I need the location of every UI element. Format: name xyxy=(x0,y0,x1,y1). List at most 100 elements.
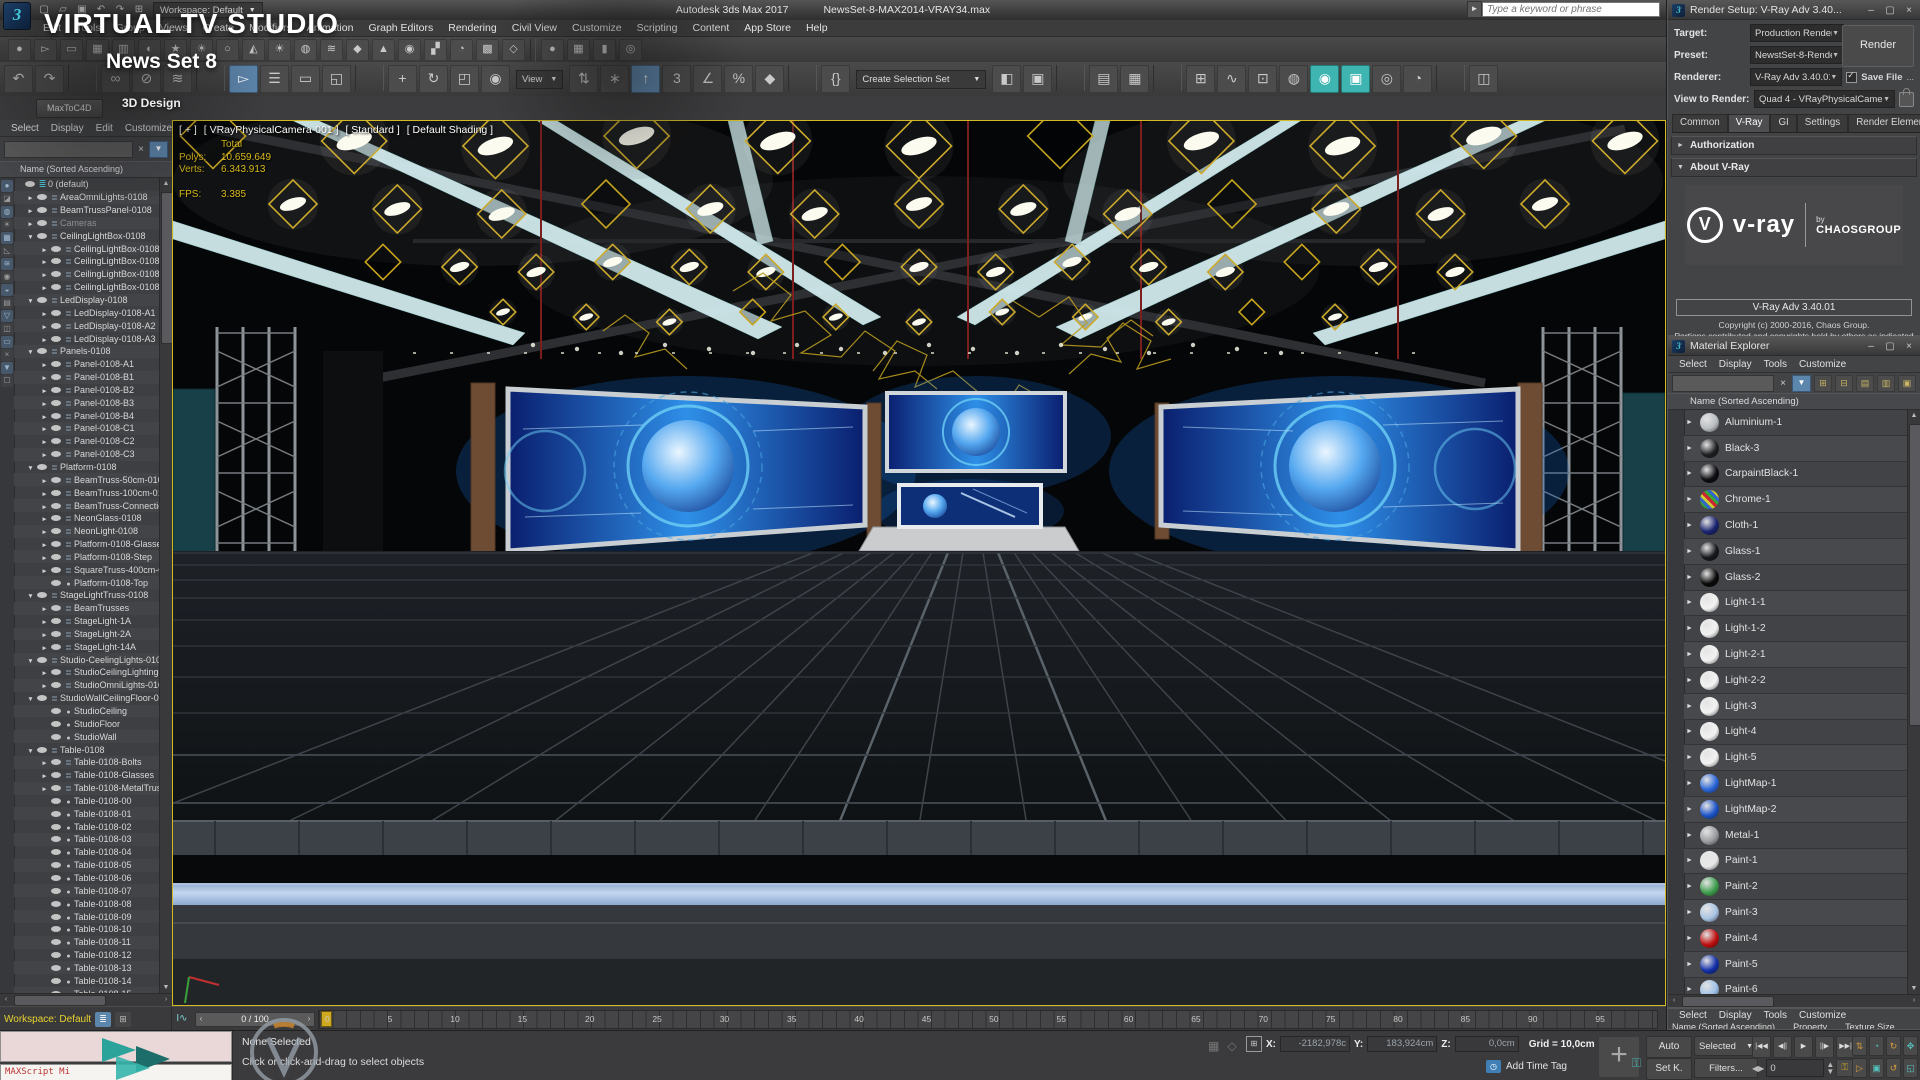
toolbar-icon[interactable]: ● xyxy=(8,39,31,61)
ribbon-toggle-icon[interactable]: ⊞ xyxy=(1186,65,1215,93)
expand-arrow-icon[interactable]: ► xyxy=(1686,522,1694,529)
material-column-header[interactable]: Name (Sorted Ascending) xyxy=(1668,393,1920,410)
expand-arrow-icon[interactable] xyxy=(40,757,49,767)
scene-explorer-row[interactable]: Platform-0108 xyxy=(14,461,160,474)
snap-3d-icon[interactable]: 3 xyxy=(662,65,691,93)
bottom-panel-menu-item[interactable]: Customize xyxy=(1794,1010,1851,1021)
orbit-icon[interactable]: ↻ xyxy=(1886,1036,1901,1056)
toolbar-icon[interactable]: ▻ xyxy=(34,39,57,61)
visibility-eye-icon[interactable] xyxy=(51,978,61,984)
y-field[interactable]: 183,924cm xyxy=(1367,1036,1437,1052)
viewport-standard-menu[interactable]: [ Standard ] xyxy=(345,124,399,136)
scene-explorer-row[interactable]: LedDisplay-0108-A1 xyxy=(14,306,160,319)
render-button[interactable]: Render xyxy=(1842,25,1914,67)
scene-explorer-menu-item[interactable]: Display xyxy=(46,123,89,134)
visibility-eye-icon[interactable] xyxy=(37,592,47,598)
separator[interactable] xyxy=(530,39,536,61)
pivot-center-icon[interactable]: ↑ xyxy=(631,65,660,93)
toolbar-icon[interactable]: ▞ xyxy=(424,39,447,61)
scene-explorer-row[interactable]: Table-0108-03 xyxy=(14,833,160,846)
play-button[interactable]: ▶ xyxy=(1794,1036,1813,1058)
help-icon[interactable]: ◎ xyxy=(619,39,642,61)
visibility-eye-icon[interactable] xyxy=(37,194,47,200)
mirror-icon[interactable]: ◧ xyxy=(992,65,1021,93)
prev-key-icon[interactable]: ‹ xyxy=(196,1013,206,1025)
separator[interactable] xyxy=(1056,65,1085,91)
visibility-eye-icon[interactable] xyxy=(37,233,47,239)
expand-arrow-icon[interactable]: ► xyxy=(1686,883,1694,890)
toolbar-icon[interactable]: ◆ xyxy=(346,39,369,61)
redo-icon[interactable]: ↷ xyxy=(35,65,64,93)
visibility-eye-icon[interactable] xyxy=(51,734,61,740)
visibility-eye-icon[interactable] xyxy=(37,657,47,663)
scene-explorer-row[interactable]: Table-0108-05 xyxy=(14,859,160,872)
expand-arrow-icon[interactable] xyxy=(40,282,49,292)
visibility-eye-icon[interactable] xyxy=(51,682,61,688)
select-by-name-icon[interactable]: ☰ xyxy=(260,65,289,93)
reference-coordinate-dropdown[interactable]: View▼ xyxy=(516,70,563,89)
scroll-left-icon[interactable]: ‹ xyxy=(0,994,12,1005)
expand-arrow-icon[interactable] xyxy=(26,192,35,202)
maximize-icon[interactable]: ▢ xyxy=(1883,341,1897,352)
add-time-tag[interactable]: ◷ Add Time Tag xyxy=(1486,1060,1567,1073)
display-filter-icon[interactable]: ▭ xyxy=(1,336,13,348)
render-setup-icon[interactable]: ◉ xyxy=(1310,65,1339,93)
scene-explorer-row[interactable]: Platform-0108-Top xyxy=(14,576,160,589)
save-file-checkbox[interactable] xyxy=(1846,72,1857,83)
absolute-mode-icon[interactable]: ⊞ xyxy=(1246,1036,1262,1052)
menu-item[interactable]: Rendering xyxy=(441,22,503,34)
rect-selection-icon[interactable]: ▭ xyxy=(291,65,320,93)
material-explorer-menu-item[interactable]: Display xyxy=(1714,359,1757,370)
expand-arrow-icon[interactable]: ► xyxy=(1686,445,1694,452)
menu-item[interactable]: Help xyxy=(799,22,835,34)
visibility-eye-icon[interactable] xyxy=(51,387,61,393)
expand-arrow-icon[interactable] xyxy=(26,655,35,665)
keyboard-override-icon[interactable]: ∗ xyxy=(600,65,629,93)
maxscript-listener-line[interactable]: MAXScript Mi xyxy=(0,1064,232,1080)
scene-explorer-row[interactable]: BeamTruss-100cm-0108 xyxy=(14,486,160,499)
expand-arrow-icon[interactable] xyxy=(40,398,49,408)
menu-item[interactable]: Scripting xyxy=(630,22,685,34)
scene-explorer-row[interactable]: StudioWall xyxy=(14,730,160,743)
visibility-eye-icon[interactable] xyxy=(51,567,61,573)
expand-arrow-icon[interactable] xyxy=(40,359,49,369)
track-bar[interactable]: 05101520253035404550556065707580859095 xyxy=(318,1010,1658,1029)
expand-arrow-icon[interactable]: ► xyxy=(1686,625,1694,632)
visibility-eye-icon[interactable] xyxy=(51,644,61,650)
toolbar-icon[interactable]: ▲ xyxy=(372,39,395,61)
scene-explorer-row[interactable]: StudioOmniLights-0108 xyxy=(14,679,160,692)
select-object-icon[interactable]: ▻ xyxy=(229,65,258,93)
expand-arrow-icon[interactable] xyxy=(40,423,49,433)
lock-selection-icon[interactable]: ◇ xyxy=(1227,1039,1236,1053)
expand-arrow-icon[interactable] xyxy=(26,231,35,241)
scene-explorer-row[interactable]: Panel-0108-B3 xyxy=(14,396,160,409)
display-filter-icon[interactable]: ◺ xyxy=(1,245,13,257)
move-icon[interactable]: + xyxy=(388,65,417,93)
expand-arrow-icon[interactable] xyxy=(40,372,49,382)
render-setup-titlebar[interactable]: 3 Render Setup: V-Ray Adv 3.40... – ▢ × xyxy=(1668,1,1920,20)
visibility-eye-icon[interactable] xyxy=(51,336,61,342)
renderer-dropdown[interactable]: V-Ray Adv 3.40.01▼ xyxy=(1750,68,1842,86)
scene-explorer-row[interactable]: Table-0108-07 xyxy=(14,884,160,897)
ab-compare-icon[interactable]: ◫ xyxy=(1469,65,1498,93)
display-filter-icon[interactable]: ▼ xyxy=(1,362,13,374)
display-filter-icon[interactable]: ≋ xyxy=(1,258,13,270)
visibility-eye-icon[interactable] xyxy=(37,747,47,753)
scene-explorer-row[interactable]: StudioFloor xyxy=(14,717,160,730)
search-input[interactable] xyxy=(1482,2,1660,17)
expand-arrow-icon[interactable] xyxy=(40,488,49,498)
show-objects-icon[interactable]: ▣ xyxy=(1898,375,1916,392)
material-row[interactable]: ► Light-2-2 xyxy=(1684,668,1907,694)
visibility-eye-icon[interactable] xyxy=(51,952,61,958)
toolbar-icon[interactable]: ◭ xyxy=(242,39,265,61)
fov-icon[interactable]: ⇅ xyxy=(1852,1036,1867,1056)
maximize-icon[interactable]: ▢ xyxy=(1883,5,1897,16)
visibility-eye-icon[interactable] xyxy=(51,618,61,624)
visibility-eye-icon[interactable] xyxy=(51,541,61,547)
prev-frame-button[interactable]: ◀|| xyxy=(1773,1036,1792,1058)
scene-explorer-hscrollbar[interactable]: ‹ › xyxy=(0,993,172,1006)
viewport-general-menu[interactable]: [ + ] xyxy=(179,124,197,136)
visibility-eye-icon[interactable] xyxy=(51,901,61,907)
expand-arrow-icon[interactable] xyxy=(40,642,49,652)
visibility-eye-icon[interactable] xyxy=(51,438,61,444)
